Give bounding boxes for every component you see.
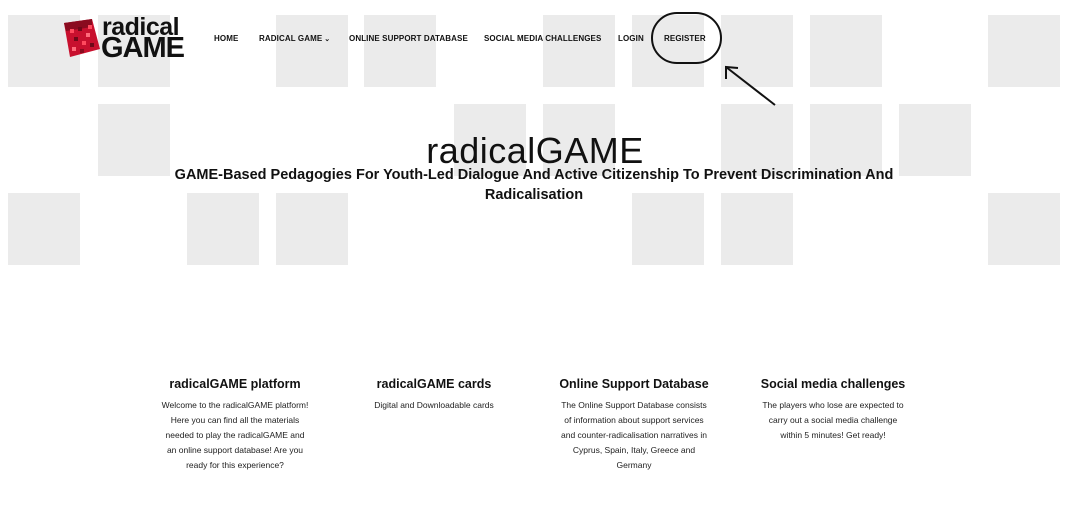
feature-text: The players who lose are expected to car…: [762, 400, 904, 440]
nav-login[interactable]: LOGIN: [618, 34, 644, 43]
feature-card-platform[interactable]: radicalGAME platform Welcome to the radi…: [160, 376, 310, 473]
feature-text: The Online Support Database consists of …: [561, 400, 707, 470]
nav-radical-game-label: RADICAL GAME: [259, 34, 323, 43]
feature-title: radicalGAME cards: [376, 377, 492, 391]
feature-text: Welcome to the radicalGAME platform! Her…: [161, 400, 309, 470]
annotation-arrow-icon: [725, 65, 776, 106]
nav-online-support-database[interactable]: ONLINE SUPPORT DATABASE: [349, 34, 468, 43]
nav-radical-game[interactable]: RADICAL GAME ⌄: [259, 34, 330, 43]
site-logo[interactable]: radical GAME: [62, 15, 185, 63]
feature-card-support-database[interactable]: Online Support Database The Online Suppo…: [559, 376, 709, 473]
site-header: radical GAME HOME RADICAL GAME ⌄ ONLINE S…: [0, 0, 1070, 80]
feature-text: Digital and Downloadable cards: [374, 400, 494, 410]
feature-title: radicalGAME platform: [169, 377, 301, 391]
feature-card-social-media[interactable]: Social media challenges The players who …: [758, 376, 908, 443]
register-highlight-circle: [651, 12, 722, 64]
feature-title: Social media challenges: [760, 377, 906, 391]
chevron-down-icon: ⌄: [324, 36, 331, 43]
logo-line-2: GAME: [101, 32, 185, 64]
nav-home[interactable]: HOME: [214, 34, 238, 43]
pixel-mosaic-logo-icon: [64, 19, 100, 57]
feature-title: Online Support Database: [559, 377, 709, 391]
feature-card-cards[interactable]: radicalGAME cards Digital and Downloadab…: [359, 376, 509, 413]
nav-social-media-challenges[interactable]: SOCIAL MEDIA CHALLENGES: [484, 34, 601, 43]
hero-subtitle: GAME-Based Pedagogies For Youth-Led Dial…: [174, 167, 894, 203]
